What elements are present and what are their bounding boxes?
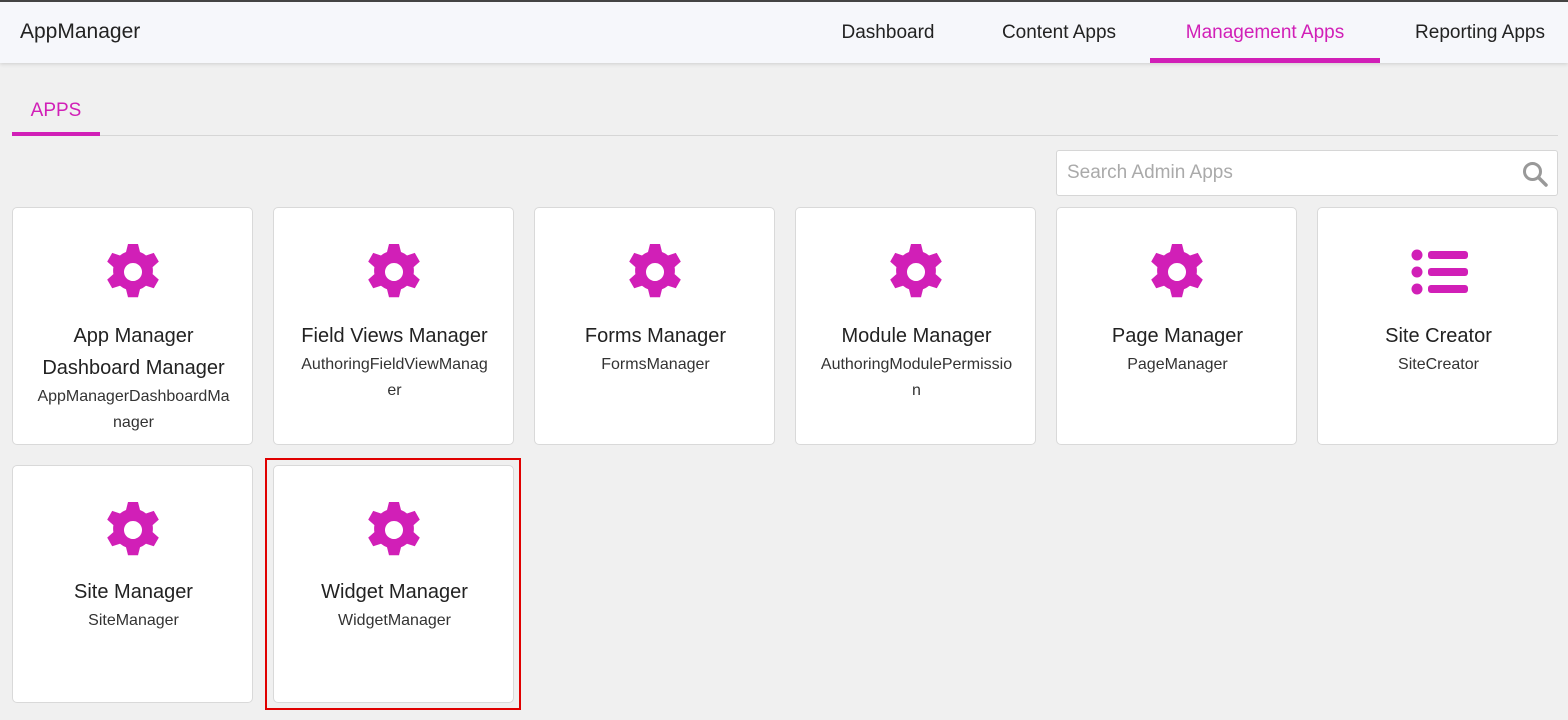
gear-icon (368, 502, 420, 556)
card-code: FormsManager (601, 356, 710, 373)
card-title: Site Creator SiteCreator (1332, 320, 1545, 378)
gear-icon (1151, 244, 1203, 298)
card-title: Widget Manager WidgetManager (288, 576, 501, 634)
card-code: SiteCreator (1398, 356, 1479, 373)
card-code: AuthoringModulePermission (820, 356, 1013, 399)
search-box (1056, 150, 1558, 196)
nav-dashboard[interactable]: Dashboard (820, 2, 956, 63)
gear-icon (629, 244, 681, 298)
nav-management-apps[interactable]: Management Apps (1150, 2, 1380, 63)
list-icon (1411, 249, 1468, 295)
app-title: AppManager (20, 20, 141, 43)
app-card-forms-manager[interactable]: Forms Manager FormsManager (534, 207, 775, 445)
app-card-site-manager[interactable]: Site Manager SiteManager (12, 465, 253, 703)
card-title: Site Manager SiteManager (27, 576, 240, 634)
nav-reporting-apps[interactable]: Reporting Apps (1392, 2, 1568, 63)
app-card-widget-manager[interactable]: Widget Manager WidgetManager (273, 465, 514, 703)
card-code: AppManagerDashboardManager (37, 388, 230, 431)
gear-icon (107, 502, 159, 556)
card-title: Module Manager AuthoringModulePermission (810, 320, 1023, 404)
app-card-page-manager[interactable]: Page Manager PageManager (1056, 207, 1297, 445)
card-title: Page Manager PageManager (1071, 320, 1284, 378)
card-title: App Manager Dashboard Manager AppManagerD… (27, 320, 240, 436)
card-code: PageManager (1127, 356, 1228, 373)
tab-apps[interactable]: APPS (12, 89, 100, 136)
app-card-site-creator[interactable]: Site Creator SiteCreator (1317, 207, 1558, 445)
app-card-app-manager-dashboard[interactable]: App Manager Dashboard Manager AppManagerD… (12, 207, 253, 445)
gear-icon (107, 244, 159, 298)
gear-icon (890, 244, 942, 298)
tab-bar: APPS (12, 89, 1558, 136)
gear-icon (368, 244, 420, 298)
card-code: SiteManager (88, 612, 179, 629)
nav-content-apps[interactable]: Content Apps (978, 2, 1140, 63)
card-code: WidgetManager (338, 612, 451, 629)
card-title: Field Views Manager AuthoringFieldViewMan… (288, 320, 501, 404)
search-input[interactable] (1067, 151, 1517, 195)
card-title: Forms Manager FormsManager (549, 320, 762, 378)
top-bar: AppManager Dashboard Content Apps Manage… (0, 0, 1568, 63)
card-code: AuthoringFieldViewManager (301, 356, 488, 399)
search-icon[interactable] (1521, 160, 1549, 188)
app-card-module-manager[interactable]: Module Manager AuthoringModulePermission (795, 207, 1036, 445)
app-card-field-views-manager[interactable]: Field Views Manager AuthoringFieldViewMan… (273, 207, 514, 445)
